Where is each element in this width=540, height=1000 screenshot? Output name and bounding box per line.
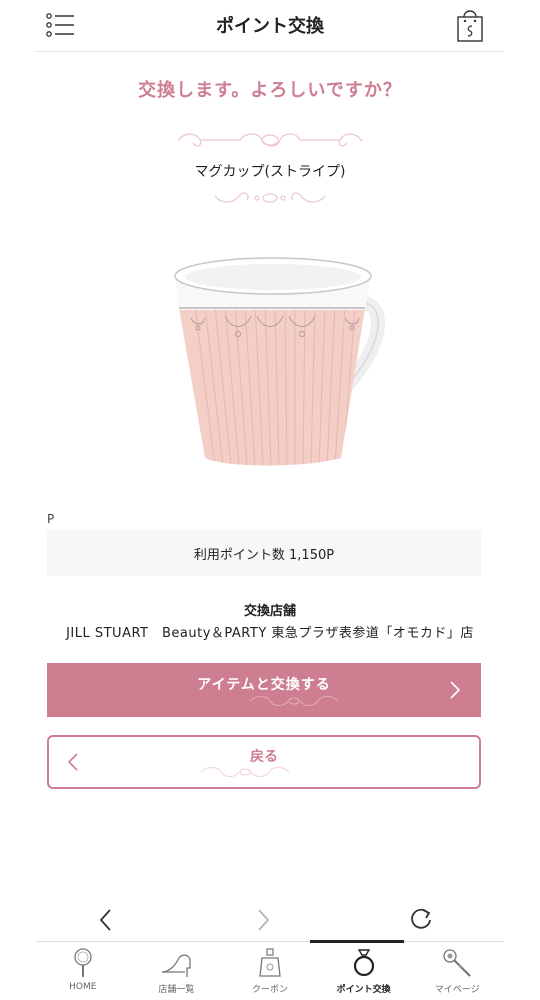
chevron-right-icon [450,681,461,699]
tab-points-exchange[interactable]: ポイント交換 [317,942,411,1000]
ornament-divider-bottom [214,192,326,203]
exchange-button[interactable]: アイテムと交換する [47,663,481,717]
pink-striped-mug-image [174,257,385,466]
button-ornament [249,695,339,707]
tab-shops[interactable]: 店舗一覧 [130,942,224,1000]
points-usage-box: 利用ポイント数 1,150P [47,530,481,576]
chevron-left-icon [67,753,78,771]
exchange-button-label: アイテムと交換する [197,677,331,693]
back-button-label: 戻る [250,749,278,765]
points-usage-text: 利用ポイント数 1,150P [193,547,335,563]
nav-forward-icon[interactable] [256,907,272,933]
perfume-bottle-icon [259,948,281,977]
hand-mirror-icon [74,948,92,977]
wand-icon [443,949,471,977]
ring-icon [353,949,374,977]
shop-title: 交換店舗 [243,604,296,619]
ornament-divider-top [177,133,363,147]
item-name: マグカップ(ストライプ) [194,164,346,180]
reload-icon[interactable] [408,906,434,932]
points-prefix-label: P [47,512,55,526]
tab-label: ポイント交換 [336,985,391,995]
confirm-message: 交換します。よろしいですか？ [138,80,402,101]
nav-back-icon[interactable] [97,907,113,933]
tab-mypage[interactable]: マイページ [410,942,504,1000]
shop-name: JILL STUART Beauty＆PARTY 東急プラザ表参道「オモカド」店 [66,626,474,641]
button-ornament [200,766,290,778]
back-button[interactable]: 戻る [47,735,481,789]
high-heel-icon [162,954,192,977]
tab-label: クーポン [251,985,288,995]
bottom-tab-bar: HOME 店舗一覧 クーポン ポイント交換 マイページ [0,942,540,1000]
app-header: ポイント交換 [0,0,540,52]
tab-home[interactable]: HOME [36,942,130,1000]
tab-label: 店舗一覧 [158,985,195,995]
browser-nav-bar [0,895,540,945]
tab-label: HOME [69,982,97,992]
header-divider [36,51,504,52]
shopping-bag-button[interactable] [453,6,487,44]
tab-label: マイページ [434,985,480,995]
tab-coupon[interactable]: クーポン [223,942,317,1000]
shopping-bag-icon [457,10,483,42]
